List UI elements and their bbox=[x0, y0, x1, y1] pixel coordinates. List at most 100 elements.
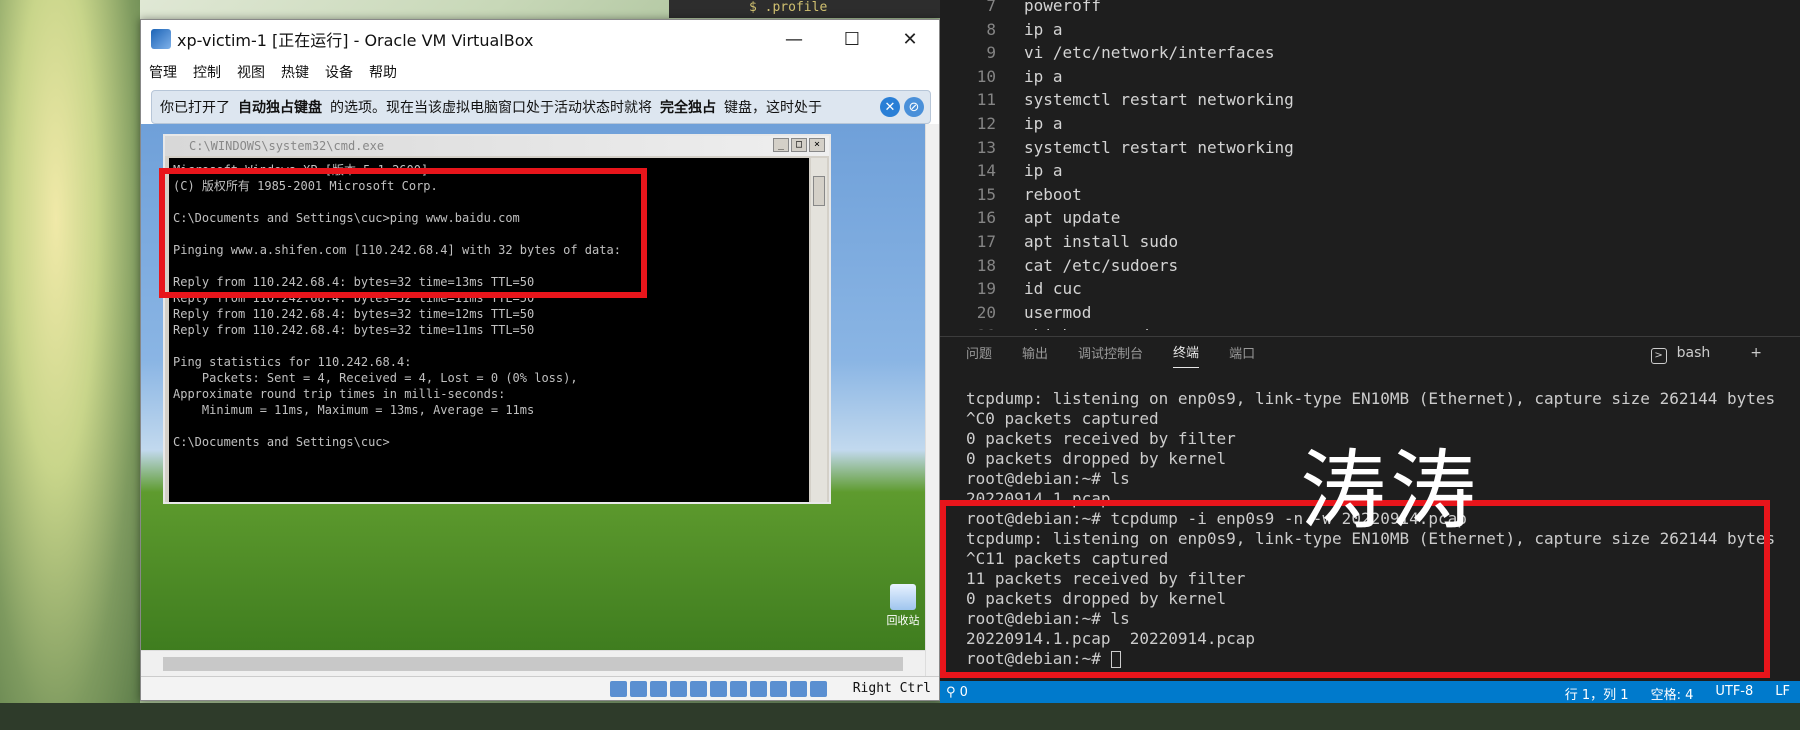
vbox-horizontal-scrollbar[interactable] bbox=[141, 650, 925, 676]
remote-indicator[interactable]: ⚲ 0 bbox=[946, 685, 968, 700]
menu-item-hotkey[interactable]: 热键 bbox=[281, 62, 309, 82]
menu-item-manage[interactable]: 管理 bbox=[149, 62, 177, 82]
horizontal-scroll-thumb[interactable] bbox=[163, 657, 903, 671]
cmd-window-controls: _ □ × bbox=[773, 138, 825, 152]
background-editor-tab[interactable]: $ .profile bbox=[669, 0, 941, 18]
cpu-icon[interactable] bbox=[770, 681, 787, 697]
editor-line[interactable]: 21which usermod bbox=[940, 324, 1800, 330]
tab-output[interactable]: 输出 bbox=[1022, 343, 1048, 368]
line-text: systemctl restart networking bbox=[1024, 90, 1294, 110]
wallpaper-decoration bbox=[0, 0, 140, 730]
line-text: ip a bbox=[1024, 161, 1063, 181]
usb-icon[interactable] bbox=[690, 681, 707, 697]
line-text: poweroff bbox=[1024, 0, 1102, 15]
notice-mute-icon[interactable]: ⊘ bbox=[904, 97, 924, 117]
line-text: apt install sudo bbox=[1024, 231, 1179, 251]
watermark-text: 涛涛 bbox=[1300, 441, 1480, 541]
editor-line[interactable]: 11 systemctl restart networking bbox=[940, 88, 1800, 112]
line-text: apt update bbox=[1024, 208, 1121, 228]
keyboard-capture-notice: 你已打开了 自动独占键盘 的选项。现在当该虚拟电脑窗口处于活动状态时就将 完全独… bbox=[151, 90, 931, 124]
line-text: which usermod bbox=[996, 324, 1149, 330]
indentation[interactable]: 空格: 4 bbox=[1651, 684, 1694, 703]
line-number: 19 bbox=[976, 279, 996, 299]
minimize-button[interactable]: — bbox=[765, 20, 823, 58]
cmd-minimize-button[interactable]: _ bbox=[773, 138, 789, 152]
editor-line[interactable]: 12 ip a bbox=[940, 112, 1800, 136]
recycle-bin-icon bbox=[890, 584, 916, 610]
menu-item-view[interactable]: 视图 bbox=[237, 62, 265, 82]
editor-lines[interactable]: 7 poweroff 8 ip a 9 vi /etc/network/interface… bbox=[940, 0, 1800, 330]
ping-highlight-box bbox=[159, 168, 647, 298]
editor-line[interactable]: 20 usermod bbox=[940, 301, 1800, 325]
editor-line[interactable]: 7 poweroff bbox=[940, 0, 1800, 18]
recycle-bin-label: 回收站 bbox=[886, 614, 920, 627]
menu-item-control[interactable]: 控制 bbox=[193, 62, 221, 82]
notice-middle: 的选项。现在当该虚拟电脑窗口处于活动状态时就将 bbox=[330, 100, 652, 116]
network-icon[interactable] bbox=[670, 681, 687, 697]
virtualbox-window[interactable]: xp-victim-1 [正在运行] - Oracle VM VirtualBo… bbox=[140, 19, 940, 701]
virtualbox-logo-icon bbox=[151, 29, 171, 49]
cmd-close-button[interactable]: × bbox=[809, 138, 825, 152]
tab-debug-console[interactable]: 调试控制台 bbox=[1078, 343, 1143, 368]
editor-line[interactable]: 17 apt install sudo bbox=[940, 230, 1800, 254]
audio-icon[interactable] bbox=[650, 681, 667, 697]
editor-line[interactable]: 8 ip a bbox=[940, 18, 1800, 42]
vbox-title-bar[interactable]: xp-victim-1 [正在运行] - Oracle VM VirtualBo… bbox=[141, 20, 939, 58]
editor-line[interactable]: 10 ip a bbox=[940, 65, 1800, 89]
cmd-scrollbar[interactable] bbox=[811, 158, 827, 502]
line-number: 9 bbox=[986, 43, 996, 63]
editor-line[interactable]: 9 vi /etc/network/interfaces bbox=[940, 41, 1800, 65]
editor-line[interactable]: 19 id cuc bbox=[940, 277, 1800, 301]
shell-label[interactable]: bash bbox=[1677, 345, 1711, 367]
keyboard-icon[interactable] bbox=[810, 681, 827, 697]
terminal-icon: > bbox=[1650, 348, 1667, 364]
shared-folder-icon[interactable] bbox=[710, 681, 727, 697]
guest-xp-desktop[interactable]: C:\WINDOWS\system32\cmd.exe _ □ × Micros… bbox=[141, 124, 925, 650]
display-icon[interactable] bbox=[730, 681, 747, 697]
tab-ports[interactable]: 端口 bbox=[1229, 343, 1255, 368]
close-button[interactable]: ✕ bbox=[881, 20, 939, 58]
editor-line[interactable]: 15 reboot bbox=[940, 183, 1800, 207]
cmd-title-bar[interactable]: C:\WINDOWS\system32\cmd.exe _ □ × bbox=[165, 136, 829, 156]
new-terminal-button[interactable]: + bbox=[1750, 345, 1762, 367]
taskbar-strip bbox=[0, 703, 1800, 730]
recycle-bin[interactable]: 回收站 bbox=[883, 584, 923, 628]
line-text: cat /etc/sudoers bbox=[1024, 255, 1179, 275]
cmd-line: Minimum = 11ms, Maximum = 13ms, Average … bbox=[173, 403, 535, 417]
mouse-integration-icon[interactable] bbox=[790, 681, 807, 697]
cmd-scroll-thumb[interactable] bbox=[813, 176, 825, 206]
notice-close-icon[interactable]: ✕ bbox=[880, 97, 900, 117]
notice-bold-auto-capture: 自动独占键盘 bbox=[238, 100, 322, 116]
editor-line[interactable]: 13 systemctl restart networking bbox=[940, 136, 1800, 160]
editor-line[interactable]: 18 cat /etc/sudoers bbox=[940, 254, 1800, 278]
menu-item-help[interactable]: 帮助 bbox=[369, 62, 397, 82]
cmd-title: C:\WINDOWS\system32\cmd.exe bbox=[189, 139, 385, 153]
tab-problems[interactable]: 问题 bbox=[966, 343, 992, 368]
end-of-line[interactable]: LF bbox=[1775, 684, 1790, 703]
maximize-button[interactable]: ☐ bbox=[823, 20, 881, 58]
status-right: 行 1，列 1 空格: 4 UTF-8 LF bbox=[1565, 684, 1790, 703]
harddisk-icon[interactable] bbox=[610, 681, 627, 697]
tab-terminal[interactable]: 终端 bbox=[1173, 342, 1200, 368]
optical-drive-icon[interactable] bbox=[630, 681, 647, 697]
window-controls: — ☐ ✕ bbox=[765, 20, 939, 58]
line-number: 14 bbox=[976, 161, 996, 181]
code-editor[interactable]: 7 poweroff 8 ip a 9 vi /etc/network/interface… bbox=[940, 0, 1800, 336]
editor-line[interactable]: 16 apt update bbox=[940, 206, 1800, 230]
encoding[interactable]: UTF-8 bbox=[1715, 684, 1753, 703]
line-number: 21 bbox=[940, 324, 996, 330]
recording-icon[interactable] bbox=[750, 681, 767, 697]
notice-suffix: 键盘，这时处于 bbox=[724, 100, 822, 116]
vbox-vertical-scrollbar[interactable] bbox=[925, 124, 939, 676]
line-text: id cuc bbox=[1024, 279, 1082, 299]
line-number: 20 bbox=[976, 302, 996, 322]
cmd-line bbox=[173, 338, 809, 354]
device-status-icons bbox=[610, 681, 827, 697]
cmd-line bbox=[173, 418, 809, 434]
window-title: xp-victim-1 [正在运行] - Oracle VM VirtualBo… bbox=[177, 31, 534, 50]
menu-item-devices[interactable]: 设备 bbox=[325, 62, 353, 82]
cursor-position[interactable]: 行 1，列 1 bbox=[1565, 684, 1629, 703]
editor-line[interactable]: 14 ip a bbox=[940, 159, 1800, 183]
cmd-maximize-button[interactable]: □ bbox=[791, 138, 807, 152]
line-number: 12 bbox=[976, 113, 996, 133]
